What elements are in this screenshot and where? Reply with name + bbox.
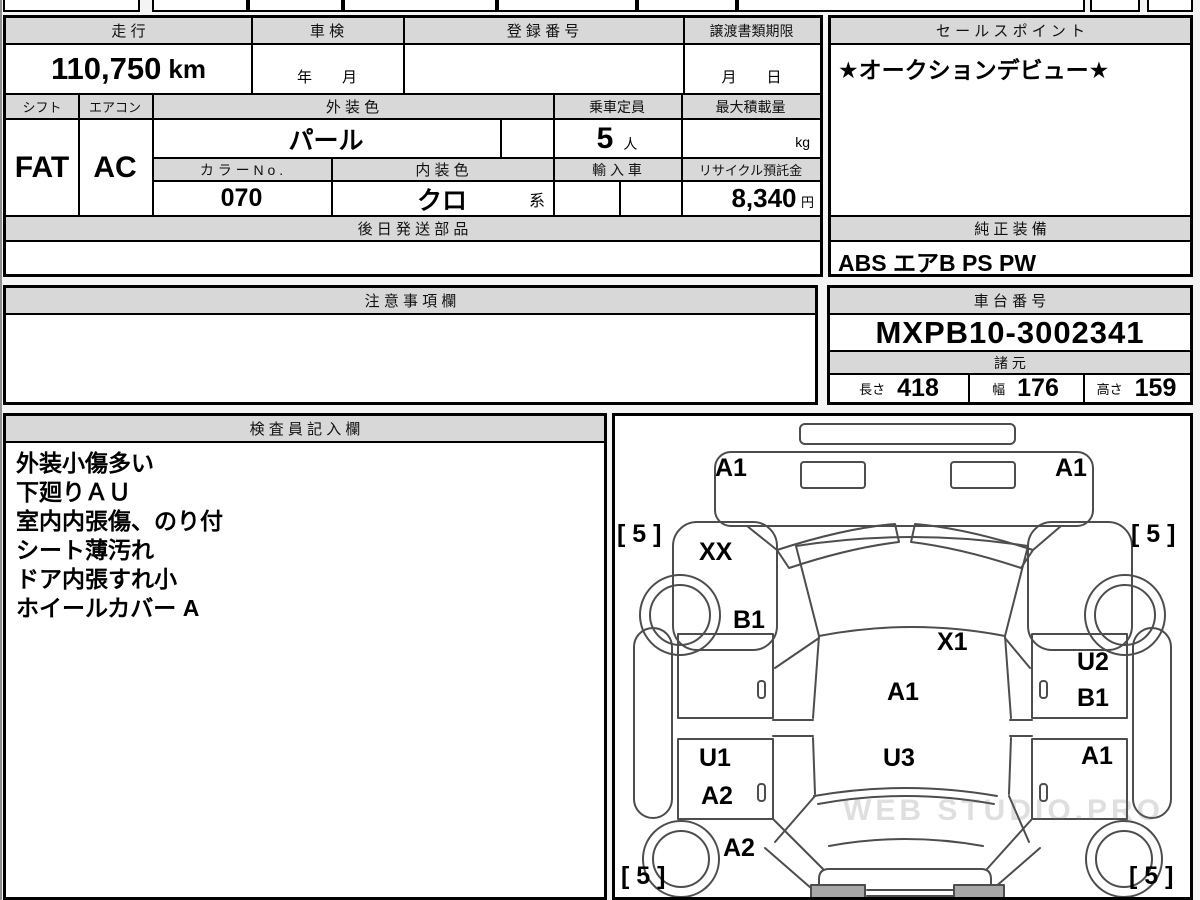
top-row-cell — [1147, 0, 1193, 12]
chassis-number-header: 車 台 番 号 — [830, 288, 1190, 315]
scan-edge — [0, 0, 2, 900]
mileage-unit: km — [168, 53, 206, 84]
spec-height-label: 高さ — [1096, 382, 1123, 397]
spec-length-cell: 長さ 418 — [830, 374, 968, 402]
inspector-notes-table: 検 査 員 記 入 欄 外装小傷多い 下廻りＡＵ 室内内張傷、のり付 シート薄汚… — [3, 413, 607, 900]
damage-code: A1 — [715, 454, 747, 482]
registration-header: 登 録 番 号 — [506, 23, 580, 40]
damage-code: U3 — [883, 744, 915, 772]
tread-depth: [ 5 ] — [1129, 862, 1174, 890]
import-car-header: 輸 入 車 — [592, 161, 642, 178]
tread-depth: [ 5 ] — [1131, 520, 1176, 548]
top-row-cell — [497, 0, 637, 12]
notes-table: 注 意 事 項 欄 — [3, 285, 818, 405]
aircon-header: エアコン — [88, 100, 141, 115]
top-row-cell — [737, 0, 1085, 12]
recycle-deposit-header: リサイクル預託金 — [698, 163, 803, 178]
exterior-color-value: パール — [288, 126, 364, 155]
auction-sheet: 後 日 発 送 部 品 走 行 車 検 登 録 番 号 譲渡書類期限 110,7… — [0, 0, 1200, 900]
sales-point-value: ★オークションデビュー★ — [838, 57, 1110, 83]
damage-code: A1 — [1055, 454, 1087, 482]
capacity-value: 5 — [596, 121, 614, 155]
damage-diagram: WEB STUDIO.PRO A1 A1 [ 5 ] [ 5 ] XX B1 X… — [612, 413, 1193, 900]
damage-code: A1 — [1081, 742, 1113, 770]
shaken-value: 年 月 — [296, 68, 357, 86]
chassis-specs-table: 車 台 番 号 MXPB10-3002341 諸 元 長さ 418 幅 176 … — [827, 285, 1193, 405]
genuine-equipment-value: ABS エアB PS PW — [838, 250, 1037, 276]
spec-width-value: 176 — [1017, 374, 1059, 402]
inspector-note-line: シート薄汚れ — [16, 537, 154, 563]
damage-code: U1 — [699, 744, 731, 772]
mileage-value-cell: 110,750 km — [6, 45, 251, 93]
genuine-equipment-header: 純 正 装 備 — [831, 215, 1190, 242]
spec-width-cell: 幅 176 — [968, 374, 1083, 402]
damage-code: B1 — [1077, 684, 1109, 712]
chassis-number-value: MXPB10-3002341 — [875, 314, 1145, 350]
mileage-value: 110,750 — [51, 51, 162, 86]
inspector-note-line: 室内内張傷、のり付 — [16, 508, 223, 534]
damage-code: X1 — [937, 628, 968, 656]
spec-length-label: 長さ — [859, 382, 886, 397]
interior-color-suffix: 系 — [528, 193, 545, 210]
damage-code: A1 — [887, 678, 919, 706]
interior-color-value: クロ — [416, 186, 467, 215]
top-row-cell — [248, 0, 343, 12]
damage-code: B1 — [733, 606, 765, 634]
top-row-cell — [1090, 0, 1140, 12]
later-parts-header: 後 日 発 送 部 品 — [6, 215, 820, 242]
inspector-note-line: 外装小傷多い — [16, 450, 154, 476]
recycle-deposit-unit: 円 — [800, 195, 814, 210]
capacity-header: 乗車定員 — [589, 98, 645, 115]
capacity-unit: 人 — [623, 135, 638, 152]
vehicle-data-table: 後 日 発 送 部 品 走 行 車 検 登 録 番 号 譲渡書類期限 110,7… — [3, 15, 823, 277]
exterior-color-header: 外 装 色 — [325, 99, 380, 116]
registration-value — [403, 45, 683, 93]
notes-header: 注 意 事 項 欄 — [6, 288, 815, 315]
capacity-value-cell: 5 人 — [553, 120, 681, 157]
damage-code: XX — [699, 538, 733, 566]
max-load-header: 最大積載量 — [715, 98, 786, 115]
inspector-notes-header: 検 査 員 記 入 欄 — [6, 416, 604, 443]
max-load-unit: kg — [795, 134, 810, 150]
top-row-cell — [152, 0, 248, 12]
damage-code: A2 — [723, 834, 755, 862]
mileage-header: 走 行 — [111, 23, 146, 40]
shaken-header: 車 検 — [309, 23, 345, 40]
inspector-note-line: ドア内張すれ小 — [16, 566, 177, 592]
tread-depth: [ 5 ] — [617, 520, 662, 548]
transfer-deadline-header: 譲渡書類期限 — [709, 22, 794, 39]
recycle-deposit-cell: 8,340 円 — [681, 182, 820, 215]
recycle-deposit-value: 8,340 — [731, 183, 797, 213]
color-no-value: 070 — [220, 184, 263, 212]
spec-height-cell: 高さ 159 — [1083, 374, 1190, 402]
top-row-cell — [637, 0, 737, 12]
top-row-cell — [343, 0, 497, 12]
tread-depth: [ 5 ] — [621, 862, 666, 890]
transfer-deadline-value: 月 日 — [721, 68, 782, 86]
interior-color-cell: クロ 系 — [331, 182, 553, 215]
inspector-note-line: ホイールカバー A — [16, 595, 200, 621]
shift-header: シフト — [22, 100, 62, 115]
interior-color-header: 内 装 色 — [415, 162, 469, 179]
sales-point-header: セ ー ル ス ポ イ ン ト — [831, 18, 1190, 45]
color-no-header: カ ラ ー N o . — [199, 161, 284, 178]
sales-point-table: セ ー ル ス ポ イ ン ト ★オークションデビュー★ 純 正 装 備 ABS… — [828, 15, 1193, 277]
spec-length-value: 418 — [897, 374, 939, 402]
notes-value — [12, 320, 807, 396]
specs-header: 諸 元 — [830, 350, 1190, 375]
aircon-value: AC — [93, 150, 137, 184]
top-row-cell — [3, 0, 140, 12]
spec-width-label: 幅 — [992, 382, 1006, 397]
shift-value: FAT — [14, 150, 70, 184]
watermark: WEB STUDIO.PRO — [843, 794, 1165, 827]
damage-code: A2 — [701, 782, 733, 810]
spec-height-value: 159 — [1134, 374, 1177, 402]
inspector-note-line: 下廻りＡＵ — [16, 479, 131, 505]
damage-code: U2 — [1077, 648, 1109, 676]
